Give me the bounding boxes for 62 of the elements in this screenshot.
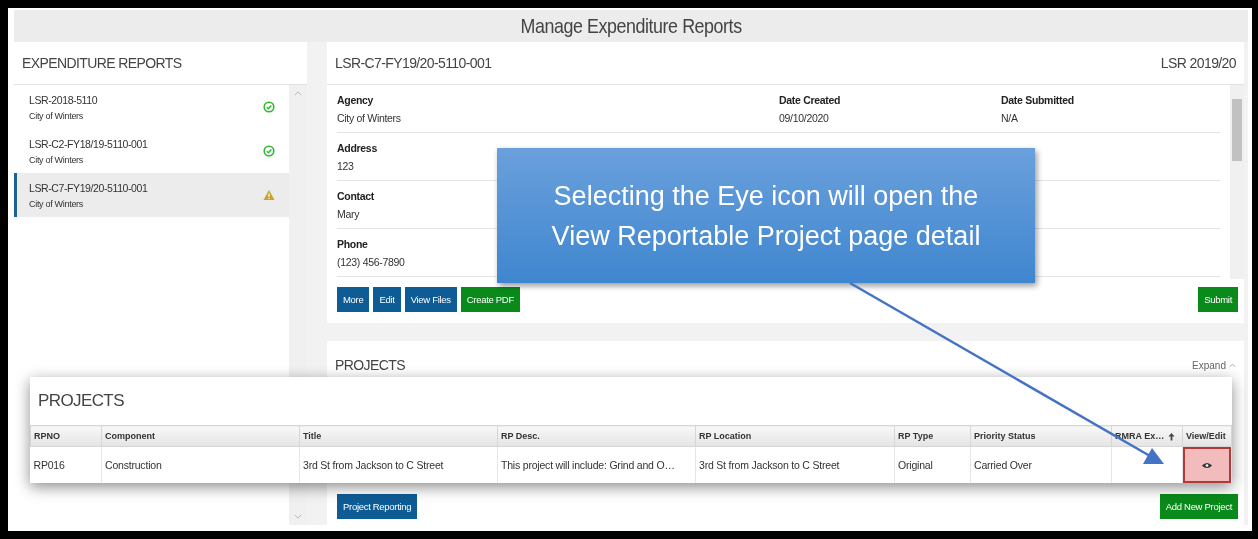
field-value: 09/10/2020	[779, 111, 829, 124]
field-value: (123) 456-7890	[337, 255, 405, 268]
check-circle-icon	[263, 145, 275, 157]
scroll-up-icon[interactable]	[294, 91, 302, 96]
table-cell: Carried Over	[970, 446, 1112, 484]
table-cell: 3rd St from Jackson to C Street	[695, 446, 895, 484]
field-label: Contact	[337, 189, 374, 202]
action-button[interactable]: Edit	[373, 287, 401, 312]
field-label: Phone	[337, 237, 368, 250]
eye-icon	[1201, 461, 1213, 469]
sort-arrow-icon[interactable]	[1168, 432, 1176, 442]
report-name: LSR-C2-FY18/19-5110-001	[29, 137, 148, 150]
fiscal-year-label: LSR 2019/20	[1160, 55, 1236, 71]
agency-name: City of Winters	[29, 110, 84, 121]
section-title: PROJECTS	[335, 357, 405, 373]
action-button[interactable]: View Files	[404, 287, 457, 312]
column-header[interactable]: Component	[101, 425, 300, 447]
field-label: Date Created	[779, 93, 841, 106]
column-header[interactable]: RPNO	[30, 425, 102, 447]
report-item[interactable]: LSR-C2-FY18/19-5110-001 City of Winters	[14, 129, 289, 173]
field-value: N/A	[1001, 111, 1018, 124]
callout-text: Selecting the Eye icon will open the View Reportable Project page detail	[550, 179, 982, 253]
section-title: PROJECTS	[38, 391, 124, 411]
panel-title: EXPENDITURE REPORTS	[22, 55, 182, 71]
warning-icon	[263, 189, 275, 201]
field-value: City of Winters	[337, 111, 401, 124]
column-header[interactable]: RMRA Ex…	[1111, 425, 1183, 447]
caret-icon	[1229, 362, 1236, 368]
expand-toggle[interactable]: Expand	[1192, 359, 1236, 371]
table-cell: This project will include: Grind and O…	[497, 446, 696, 484]
report-item[interactable]: LSR-2018-5110 City of Winters	[14, 85, 289, 129]
table-cell: Construction	[101, 446, 300, 484]
field-label: Date Submitted	[1001, 93, 1074, 106]
page-title: Manage Expenditure Reports	[520, 14, 742, 38]
field-value: 123	[337, 159, 354, 172]
column-header[interactable]: RP Location	[695, 425, 895, 447]
scrollbar[interactable]	[1230, 85, 1244, 279]
table-cell: 3rd St from Jackson to C Street	[299, 446, 498, 484]
table-cell: RP016	[30, 446, 102, 484]
check-circle-icon	[263, 101, 275, 113]
report-name: LSR-2018-5110	[29, 93, 98, 106]
scroll-down-icon[interactable]	[294, 514, 302, 519]
column-header[interactable]: Title	[299, 425, 498, 447]
agency-name: City of Winters	[29, 198, 84, 209]
submit-button[interactable]: Submit	[1198, 287, 1238, 312]
project-reporting-button[interactable]: Project Reporting	[337, 494, 418, 519]
report-item[interactable]: LSR-C7-FY19/20-5110-001 City of Winters	[14, 173, 289, 217]
field-value: Mary	[337, 207, 360, 220]
column-header[interactable]: RP Desc.	[497, 425, 696, 447]
table-cell: Original	[894, 446, 971, 484]
column-header[interactable]: Priority Status	[970, 425, 1112, 447]
add-project-button[interactable]: Add New Project	[1159, 494, 1238, 519]
column-header[interactable]: View/Edit	[1182, 425, 1232, 447]
column-header[interactable]: RP Type	[894, 425, 971, 447]
view-button[interactable]	[1183, 447, 1231, 484]
agency-name: City of Winters	[29, 154, 84, 165]
report-name: LSR-C7-FY19/20-5110-001	[29, 181, 148, 194]
action-button[interactable]: Create PDF	[460, 287, 520, 312]
field-label: Agency	[337, 93, 374, 106]
report-id: LSR-C7-FY19/20-5110-001	[335, 55, 492, 71]
field-label: Address	[337, 141, 377, 154]
action-button[interactable]: More	[337, 287, 370, 312]
